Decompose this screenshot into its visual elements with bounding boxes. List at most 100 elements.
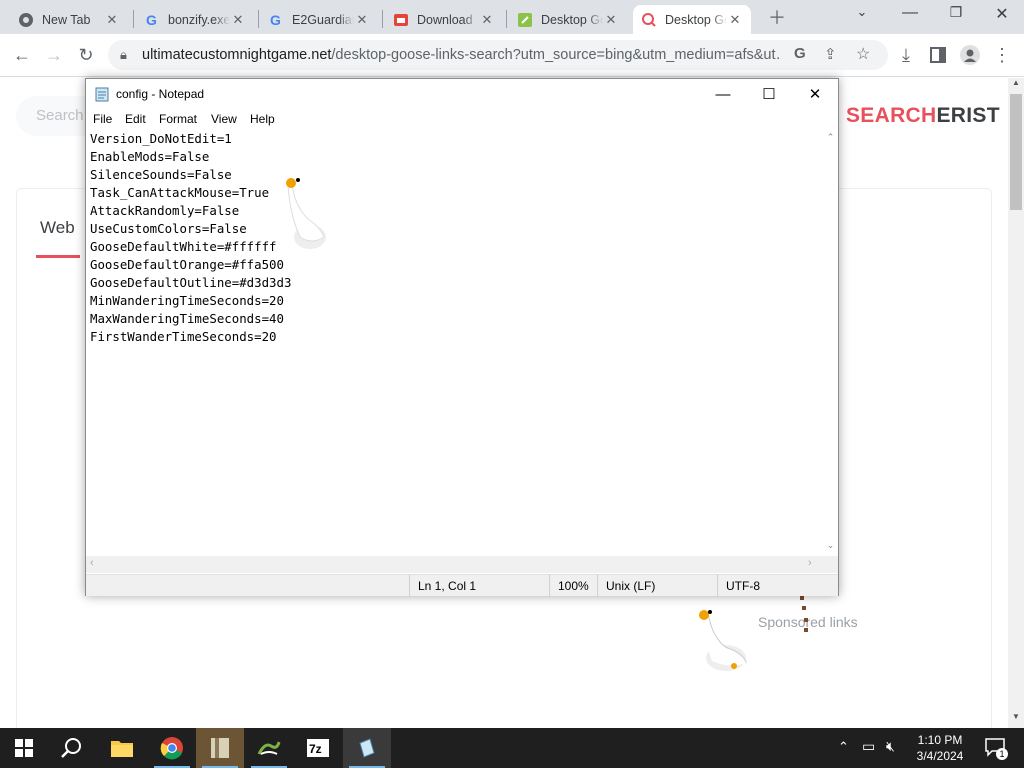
search-button[interactable] xyxy=(48,728,96,768)
bookmark-site-icon xyxy=(517,12,533,28)
close-icon[interactable]: ✕ xyxy=(479,12,495,28)
chrome-icon xyxy=(160,737,183,760)
tab-label: Desktop Goose xyxy=(541,12,603,27)
windows-taskbar: 7z ⌃ ▭ 🔇︎ 1:10 PM 3/4/2024 1 xyxy=(0,728,1024,768)
close-button[interactable]: ✕ xyxy=(792,79,838,109)
zoom-level: 100% xyxy=(549,575,599,597)
close-icon[interactable]: ✕ xyxy=(230,12,246,28)
clock-date: 3/4/2024 xyxy=(916,749,964,763)
folder-icon xyxy=(111,741,133,757)
menu-file[interactable]: File xyxy=(93,112,112,126)
chrome-icon xyxy=(18,12,34,28)
chrome-taskbar-button[interactable] xyxy=(148,728,196,768)
notepad-window[interactable]: config - Notepad — ☐ ✕ File Edit Format … xyxy=(85,78,839,597)
maximize-button[interactable]: ☐ xyxy=(746,79,792,109)
show-hidden-icons-icon[interactable]: ⌃ xyxy=(838,739,849,755)
minimize-icon[interactable]: — xyxy=(890,4,930,26)
menu-help[interactable]: Help xyxy=(250,112,275,126)
tab-label: bonzify.exe xyxy=(168,12,230,27)
close-icon[interactable]: ✕ xyxy=(603,12,619,28)
notepad-icon xyxy=(359,738,375,758)
google-icon: G xyxy=(268,12,284,28)
notepad-taskbar-button[interactable] xyxy=(343,728,391,768)
google-lens-icon[interactable]: G xyxy=(794,45,806,62)
close-icon[interactable]: ✕ xyxy=(354,12,370,28)
reload-icon[interactable]: ↻ xyxy=(74,43,98,67)
start-button[interactable] xyxy=(0,728,48,768)
address-bar[interactable]: 🔒︎ ultimatecustomnightgame.net/desktop-g… xyxy=(108,40,888,70)
volume-muted-icon[interactable]: 🔇︎ xyxy=(886,738,895,755)
lock-icon[interactable]: 🔒︎ xyxy=(120,47,127,63)
scroll-thumb[interactable] xyxy=(1010,94,1022,210)
archive-icon xyxy=(211,738,229,758)
profile-avatar-icon[interactable] xyxy=(958,43,982,67)
svg-text:7z: 7z xyxy=(309,742,322,756)
download-icon[interactable]: ⤓ xyxy=(894,43,918,67)
7zip-button[interactable]: 7z xyxy=(294,728,342,768)
minimize-button[interactable]: — xyxy=(700,79,746,109)
close-window-icon[interactable]: ✕ xyxy=(982,4,1022,26)
new-tab-icon[interactable]: ＋ xyxy=(765,5,789,29)
forward-icon[interactable]: → xyxy=(42,43,66,67)
notepad-icon xyxy=(94,86,110,107)
tab-desktop-goose-1[interactable]: Desktop Goose ✕ xyxy=(509,5,627,34)
notification-badge: 1 xyxy=(996,748,1008,760)
notepad-titlebar[interactable]: config - Notepad — ☐ ✕ xyxy=(86,79,838,109)
close-icon[interactable]: ✕ xyxy=(104,12,120,28)
share-icon[interactable]: ⇪ xyxy=(824,45,837,63)
archive-app-button[interactable] xyxy=(196,728,244,768)
tab-bonzify[interactable]: G bonzify.exe ✕ xyxy=(136,5,254,34)
tab-label: E2Guardian xyxy=(292,12,354,27)
text-line: MaxWanderingTimeSeconds=40 xyxy=(90,311,284,326)
active-tab-underline xyxy=(36,255,80,258)
window-title: config - Notepad xyxy=(116,87,205,101)
page-scrollbar[interactable]: ▲ ▼ xyxy=(1008,78,1024,728)
tab-label: Download xyxy=(417,12,473,27)
cursor-position: Ln 1, Col 1 xyxy=(409,575,549,597)
search-placeholder: Search xyxy=(36,107,84,124)
text-line: FirstWanderTimeSeconds=20 xyxy=(90,329,277,344)
menu-edit[interactable]: Edit xyxy=(125,112,146,126)
goose-sprite xyxy=(699,610,747,671)
search-icon xyxy=(61,738,81,758)
restore-icon[interactable]: ❐ xyxy=(936,4,976,26)
menu-format[interactable]: Format xyxy=(159,112,197,126)
svg-text:G: G xyxy=(270,12,281,28)
tab-e2guardian[interactable]: G E2Guardian ✕ xyxy=(260,5,378,34)
network-icon[interactable]: ▭ xyxy=(862,738,875,755)
horizontal-scrollbar[interactable]: ‹ › xyxy=(86,556,838,573)
side-panel-icon[interactable] xyxy=(926,43,950,67)
close-icon[interactable]: ✕ xyxy=(727,12,743,28)
7zip-icon: 7z xyxy=(307,739,329,757)
notification-center-icon[interactable]: 1 xyxy=(984,736,1008,760)
text-line: Task_CanAttackMouse=True xyxy=(90,185,270,200)
bookmark-star-icon[interactable]: ☆ xyxy=(856,44,870,64)
tab-download[interactable]: Download ✕ xyxy=(385,5,503,34)
browser-tab-strip: New Tab ✕ G bonzify.exe ✕ G E2Guardian ✕… xyxy=(0,0,1024,34)
searcherist-logo[interactable]: SEARCHERIST xyxy=(846,104,1000,128)
windows-logo-icon xyxy=(15,739,33,757)
back-icon[interactable]: ← xyxy=(10,43,34,67)
tab-search-icon[interactable]: ⌄ xyxy=(842,4,882,26)
text-line: Version_DoNotEdit=1 xyxy=(90,131,232,146)
tab-web[interactable]: Web xyxy=(40,218,75,238)
vertical-scrollbar[interactable]: ⌃ ⌄ xyxy=(823,130,838,556)
more-menu-icon[interactable]: ⋮ xyxy=(990,43,1014,67)
system-clock[interactable]: 1:10 PM 3/4/2024 xyxy=(906,732,974,764)
goose-sprite xyxy=(286,178,326,249)
tab-desktop-goose-active[interactable]: Desktop Goose ✕ xyxy=(633,5,751,34)
tab-new-tab[interactable]: New Tab ✕ xyxy=(10,5,128,34)
tab-label: New Tab xyxy=(42,12,91,27)
file-explorer-button[interactable] xyxy=(98,728,146,768)
text-line: GooseDefaultWhite=#ffffff xyxy=(90,239,277,254)
menu-view[interactable]: View xyxy=(211,112,237,126)
tab-label: Desktop Goose xyxy=(665,12,727,27)
text-line: UseCustomColors=False xyxy=(90,221,247,236)
svg-text:G: G xyxy=(146,12,157,28)
search-site-icon xyxy=(641,12,657,28)
desktop-goose-button[interactable] xyxy=(245,728,293,768)
goose-app-icon xyxy=(257,741,281,755)
text-editor-area[interactable]: Version_DoNotEdit=1 EnableMods=False Sil… xyxy=(90,130,824,556)
download-site-icon xyxy=(393,12,409,28)
text-line: SilenceSounds=False xyxy=(90,167,232,182)
